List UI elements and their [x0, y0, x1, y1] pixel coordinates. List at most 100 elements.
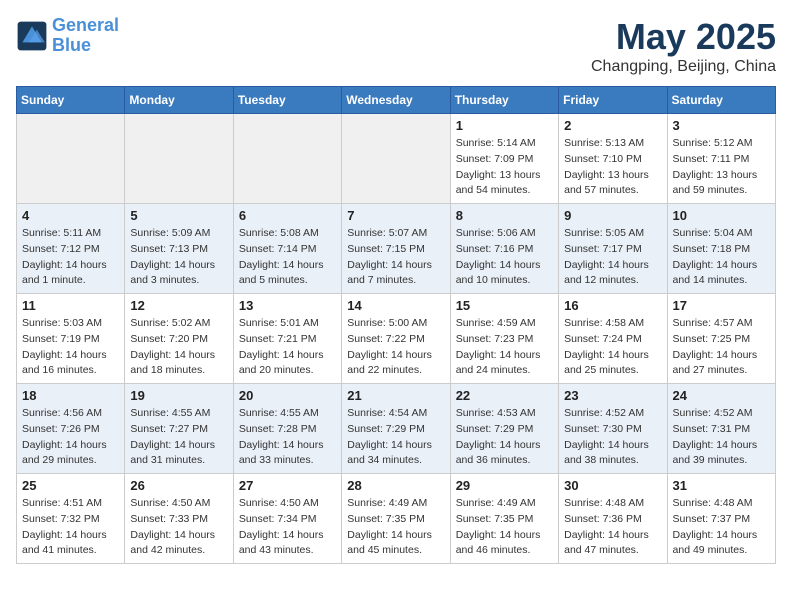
calendar-week-2: 4 Sunrise: 5:11 AM Sunset: 7:12 PM Daylig… — [17, 204, 776, 294]
calendar-cell: 31Sunrise: 4:48 AM Sunset: 7:37 PM Dayli… — [667, 474, 775, 564]
day-info: Sunrise: 5:06 AM Sunset: 7:16 PM Dayligh… — [456, 226, 553, 289]
calendar-cell: 16 Sunrise: 4:58 AM Sunset: 7:24 PM Dayli… — [559, 294, 667, 384]
day-number: 15 — [456, 298, 553, 313]
calendar-cell — [233, 114, 341, 204]
day-info: Sunrise: 4:48 AM Sunset: 7:36 PM Dayligh… — [564, 496, 661, 559]
calendar-cell: 1 Sunrise: 5:14 AM Sunset: 7:09 PM Daylig… — [450, 114, 558, 204]
day-number: 17 — [673, 298, 770, 313]
day-info: Sunrise: 5:04 AM Sunset: 7:18 PM Dayligh… — [673, 226, 770, 289]
day-number: 20 — [239, 388, 336, 403]
day-info: Sunrise: 4:58 AM Sunset: 7:24 PM Dayligh… — [564, 316, 661, 379]
day-number: 12 — [130, 298, 227, 313]
calendar-cell: 6Sunrise: 5:08 AM Sunset: 7:14 PM Daylig… — [233, 204, 341, 294]
day-info: Sunrise: 4:59 AM Sunset: 7:23 PM Dayligh… — [456, 316, 553, 379]
day-number: 7 — [347, 208, 444, 223]
calendar-table: SundayMondayTuesdayWednesdayThursdayFrid… — [16, 86, 776, 564]
calendar-cell: 21 Sunrise: 4:54 AM Sunset: 7:29 PM Dayli… — [342, 384, 450, 474]
calendar-cell — [342, 114, 450, 204]
day-info: Sunrise: 5:07 AM Sunset: 7:15 PM Dayligh… — [347, 226, 444, 289]
day-info: Sunrise: 5:01 AM Sunset: 7:21 PM Dayligh… — [239, 316, 336, 379]
weekday-header-row: SundayMondayTuesdayWednesdayThursdayFrid… — [17, 87, 776, 114]
day-number: 14 — [347, 298, 444, 313]
day-number: 5 — [130, 208, 227, 223]
day-number: 1 — [456, 118, 553, 133]
calendar-cell: 10Sunrise: 5:04 AM Sunset: 7:18 PM Dayli… — [667, 204, 775, 294]
calendar-cell: 13 Sunrise: 5:01 AM Sunset: 7:21 PM Dayli… — [233, 294, 341, 384]
calendar-cell: 11 Sunrise: 5:03 AM Sunset: 7:19 PM Dayli… — [17, 294, 125, 384]
calendar-week-4: 18 Sunrise: 4:56 AM Sunset: 7:26 PM Dayli… — [17, 384, 776, 474]
day-number: 30 — [564, 478, 661, 493]
month-title: May 2025 — [591, 16, 776, 58]
day-info: Sunrise: 4:50 AM Sunset: 7:33 PM Dayligh… — [130, 496, 227, 559]
day-info: Sunrise: 5:11 AM Sunset: 7:12 PM Dayligh… — [22, 226, 119, 289]
day-number: 25 — [22, 478, 119, 493]
calendar-cell: 9 Sunrise: 5:05 AM Sunset: 7:17 PM Daylig… — [559, 204, 667, 294]
day-info: Sunrise: 4:55 AM Sunset: 7:28 PM Dayligh… — [239, 406, 336, 469]
calendar-cell: 12 Sunrise: 5:02 AM Sunset: 7:20 PM Dayli… — [125, 294, 233, 384]
calendar-cell: 28 Sunrise: 4:49 AM Sunset: 7:35 PM Dayli… — [342, 474, 450, 564]
day-number: 18 — [22, 388, 119, 403]
day-info: Sunrise: 4:53 AM Sunset: 7:29 PM Dayligh… — [456, 406, 553, 469]
day-number: 23 — [564, 388, 661, 403]
day-number: 26 — [130, 478, 227, 493]
logo-line2: Blue — [52, 35, 91, 55]
day-number: 28 — [347, 478, 444, 493]
day-info: Sunrise: 5:05 AM Sunset: 7:17 PM Dayligh… — [564, 226, 661, 289]
calendar-cell — [125, 114, 233, 204]
day-number: 19 — [130, 388, 227, 403]
day-info: Sunrise: 5:09 AM Sunset: 7:13 PM Dayligh… — [130, 226, 227, 289]
calendar-cell: 3Sunrise: 5:12 AM Sunset: 7:11 PM Daylig… — [667, 114, 775, 204]
day-number: 9 — [564, 208, 661, 223]
day-number: 24 — [673, 388, 770, 403]
day-number: 13 — [239, 298, 336, 313]
calendar-cell: 22 Sunrise: 4:53 AM Sunset: 7:29 PM Dayli… — [450, 384, 558, 474]
weekday-header-sunday: Sunday — [17, 87, 125, 114]
day-info: Sunrise: 5:14 AM Sunset: 7:09 PM Dayligh… — [456, 136, 553, 199]
weekday-header-wednesday: Wednesday — [342, 87, 450, 114]
day-info: Sunrise: 5:00 AM Sunset: 7:22 PM Dayligh… — [347, 316, 444, 379]
logo-text: General Blue — [52, 16, 119, 56]
calendar-cell: 18 Sunrise: 4:56 AM Sunset: 7:26 PM Dayli… — [17, 384, 125, 474]
page-header: General Blue May 2025 Changping, Beijing… — [16, 16, 776, 76]
day-number: 22 — [456, 388, 553, 403]
day-info: Sunrise: 5:08 AM Sunset: 7:14 PM Dayligh… — [239, 226, 336, 289]
day-number: 21 — [347, 388, 444, 403]
day-info: Sunrise: 4:54 AM Sunset: 7:29 PM Dayligh… — [347, 406, 444, 469]
calendar-cell: 2Sunrise: 5:13 AM Sunset: 7:10 PM Daylig… — [559, 114, 667, 204]
calendar-cell: 29Sunrise: 4:49 AM Sunset: 7:35 PM Dayli… — [450, 474, 558, 564]
calendar-cell: 14 Sunrise: 5:00 AM Sunset: 7:22 PM Dayli… — [342, 294, 450, 384]
calendar-cell: 30 Sunrise: 4:48 AM Sunset: 7:36 PM Dayli… — [559, 474, 667, 564]
day-number: 16 — [564, 298, 661, 313]
logo-icon — [16, 20, 48, 52]
logo-line1: General — [52, 15, 119, 35]
calendar-cell: 17Sunrise: 4:57 AM Sunset: 7:25 PM Dayli… — [667, 294, 775, 384]
day-number: 3 — [673, 118, 770, 133]
calendar-cell: 23Sunrise: 4:52 AM Sunset: 7:30 PM Dayli… — [559, 384, 667, 474]
calendar-cell: 19 Sunrise: 4:55 AM Sunset: 7:27 PM Dayli… — [125, 384, 233, 474]
day-number: 27 — [239, 478, 336, 493]
day-number: 11 — [22, 298, 119, 313]
day-info: Sunrise: 4:55 AM Sunset: 7:27 PM Dayligh… — [130, 406, 227, 469]
logo: General Blue — [16, 16, 119, 56]
calendar-cell: 27Sunrise: 4:50 AM Sunset: 7:34 PM Dayli… — [233, 474, 341, 564]
day-info: Sunrise: 5:02 AM Sunset: 7:20 PM Dayligh… — [130, 316, 227, 379]
day-number: 29 — [456, 478, 553, 493]
weekday-header-tuesday: Tuesday — [233, 87, 341, 114]
calendar-cell: 8 Sunrise: 5:06 AM Sunset: 7:16 PM Daylig… — [450, 204, 558, 294]
day-number: 4 — [22, 208, 119, 223]
calendar-cell — [17, 114, 125, 204]
day-info: Sunrise: 4:56 AM Sunset: 7:26 PM Dayligh… — [22, 406, 119, 469]
weekday-header-thursday: Thursday — [450, 87, 558, 114]
day-info: Sunrise: 5:03 AM Sunset: 7:19 PM Dayligh… — [22, 316, 119, 379]
calendar-cell: 5 Sunrise: 5:09 AM Sunset: 7:13 PM Daylig… — [125, 204, 233, 294]
calendar-cell: 24Sunrise: 4:52 AM Sunset: 7:31 PM Dayli… — [667, 384, 775, 474]
day-info: Sunrise: 5:13 AM Sunset: 7:10 PM Dayligh… — [564, 136, 661, 199]
weekday-header-monday: Monday — [125, 87, 233, 114]
day-info: Sunrise: 4:49 AM Sunset: 7:35 PM Dayligh… — [347, 496, 444, 559]
calendar-week-5: 25 Sunrise: 4:51 AM Sunset: 7:32 PM Dayli… — [17, 474, 776, 564]
day-number: 8 — [456, 208, 553, 223]
location-title: Changping, Beijing, China — [591, 58, 776, 76]
calendar-cell: 26 Sunrise: 4:50 AM Sunset: 7:33 PM Dayli… — [125, 474, 233, 564]
day-info: Sunrise: 4:51 AM Sunset: 7:32 PM Dayligh… — [22, 496, 119, 559]
weekday-header-saturday: Saturday — [667, 87, 775, 114]
